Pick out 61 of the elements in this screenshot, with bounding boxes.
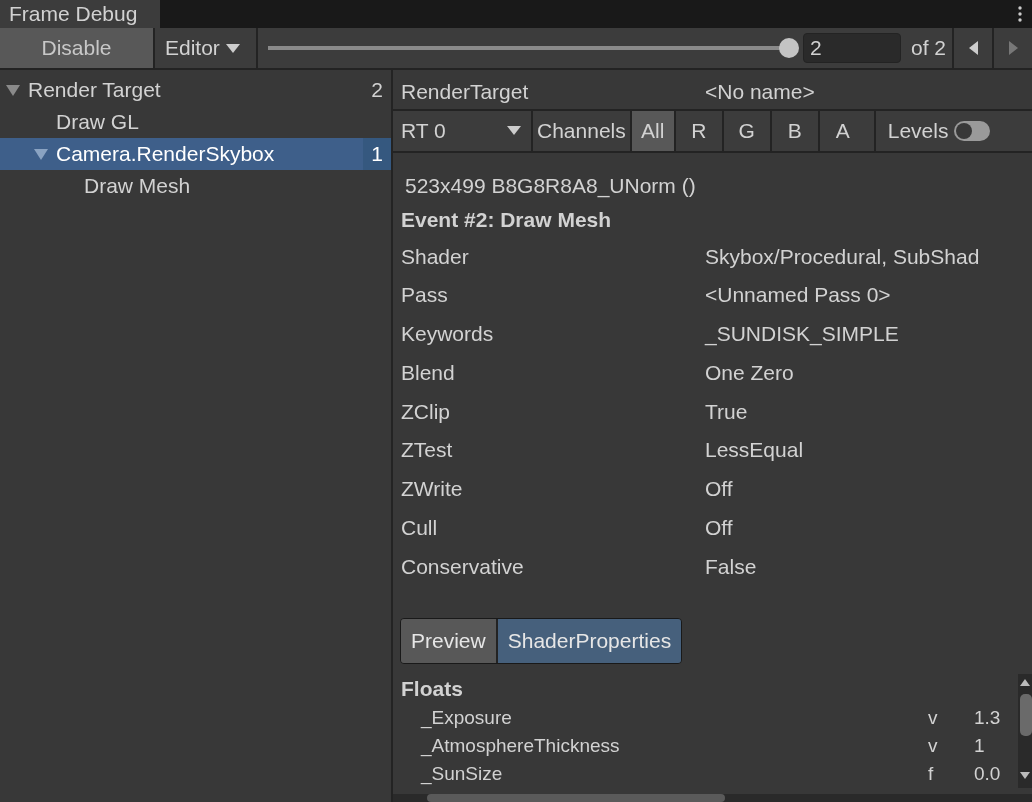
- property-label: Blend: [401, 359, 456, 386]
- float-type: v: [928, 733, 939, 758]
- property-value: <Unnamed Pass 0>: [705, 282, 891, 309]
- float-name: _AtmosphereThickness: [419, 733, 621, 759]
- event-count: 1: [363, 138, 391, 170]
- property-value: Off: [705, 476, 733, 503]
- channel-toggle[interactable]: All: [629, 110, 674, 151]
- format-text: 523x499 B8G8R8A8_UNorm (): [404, 172, 697, 199]
- property-label: ZWrite: [401, 476, 464, 503]
- next-arrow-icon: [1008, 41, 1018, 55]
- previous-arrow-icon: [968, 41, 978, 55]
- tree-item[interactable]: Draw Mesh: [0, 170, 391, 202]
- caret-icon: [507, 126, 521, 136]
- view-tab[interactable]: Preview: [401, 618, 496, 663]
- property-value: Skybox/Procedural, SubShad: [705, 243, 980, 270]
- property-label: Pass: [401, 282, 449, 309]
- property-label: Shader: [401, 243, 470, 270]
- event-count: 2: [370, 77, 384, 104]
- float-name: _Exposure: [419, 705, 513, 731]
- tree-item-label: Draw GL: [56, 109, 139, 136]
- float-name: _SunSize: [419, 761, 504, 787]
- tree-item-label: Render Target: [28, 77, 161, 104]
- slider-thumb[interactable]: [778, 38, 799, 58]
- levels-toggle[interactable]: [954, 120, 991, 141]
- caret-icon: [225, 43, 240, 53]
- disable-button[interactable]: Disable: [0, 28, 155, 68]
- expanded-arrow-icon[interactable]: [6, 83, 20, 97]
- event-number-field[interactable]: 2: [802, 33, 901, 63]
- horizontal-scrollbar[interactable]: [393, 793, 1032, 802]
- property-value: One Zero: [705, 359, 794, 386]
- more-options-icon[interactable]: [1017, 6, 1022, 22]
- floats-heading: Floats: [400, 675, 464, 702]
- float-value: 0.0: [974, 761, 1001, 786]
- view-tab[interactable]: ShaderProperties: [495, 618, 682, 663]
- property-label: ZTest: [401, 437, 454, 464]
- expanded-arrow-icon[interactable]: [34, 147, 48, 161]
- tree-item-label: Camera.RenderSkybox: [56, 141, 275, 168]
- property-value: LessEqual: [705, 437, 804, 464]
- float-type: v: [928, 705, 939, 730]
- property-value: False: [705, 553, 757, 580]
- levels-label: Levels: [873, 110, 955, 151]
- render-target-value: <No name>: [705, 78, 815, 105]
- property-value: _SUNDISK_SIMPLE: [705, 321, 899, 348]
- event-title: Event #2: Draw Mesh: [400, 206, 613, 233]
- render-target-label: RenderTarget: [401, 78, 530, 105]
- float-value: 1.3: [974, 705, 1001, 730]
- property-value: Off: [705, 515, 733, 541]
- property-label: Cull: [401, 515, 439, 541]
- property-label: Conservative: [401, 553, 525, 580]
- property-label: ZClip: [401, 398, 451, 425]
- tree-item[interactable]: Camera.RenderSkybox 1: [0, 138, 391, 170]
- event-total-label: of 2: [909, 35, 947, 62]
- tree-item[interactable]: Draw GL: [0, 106, 391, 138]
- vertical-scrollbar[interactable]: [1018, 673, 1032, 788]
- tree-item[interactable]: Render Target 2: [0, 74, 391, 106]
- float-type: f: [928, 761, 935, 786]
- property-label: Keywords: [401, 321, 495, 348]
- tree-item-label: Draw Mesh: [84, 173, 191, 200]
- float-value: 1: [974, 733, 985, 758]
- property-value: True: [705, 398, 748, 425]
- window-tab[interactable]: Frame Debug: [0, 0, 160, 28]
